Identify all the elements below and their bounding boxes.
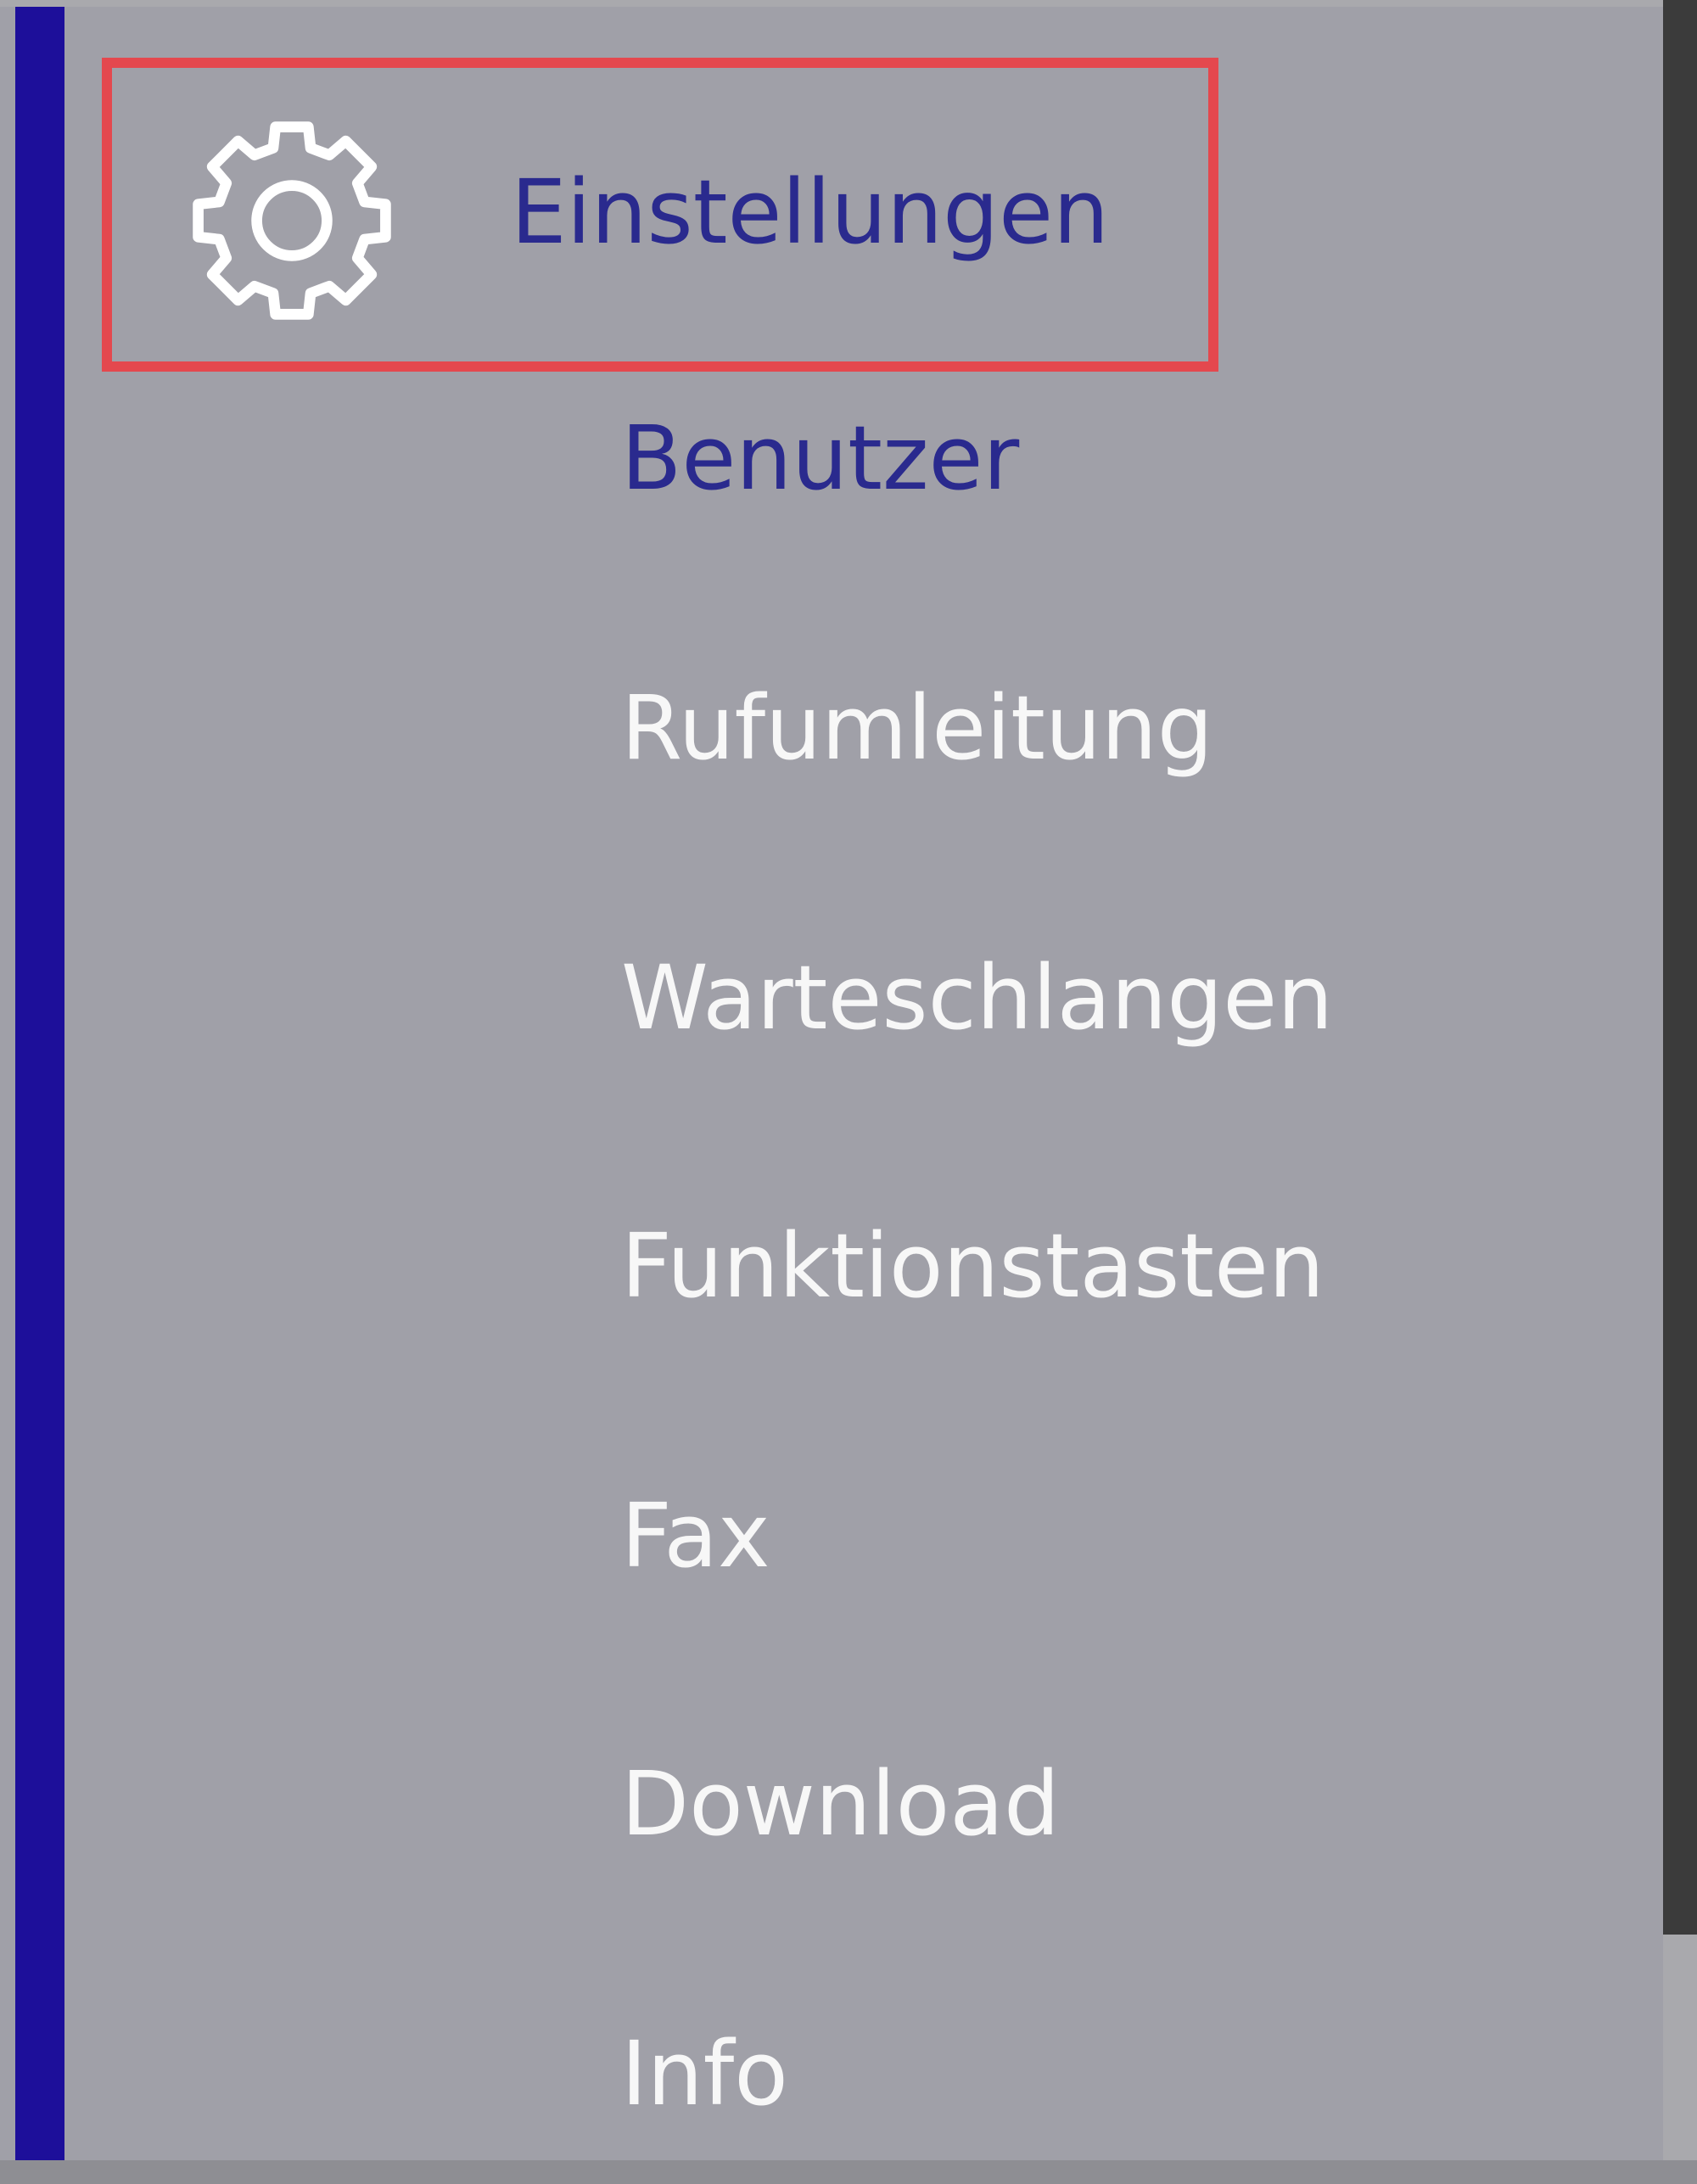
active-section-indicator	[15, 7, 64, 2160]
gear-icon	[193, 121, 391, 320]
menu-item-rufumleitung[interactable]: Rufumleitung	[621, 684, 1213, 772]
panel-bottom-edge	[0, 2160, 1697, 2184]
menu-item-funktionstasten[interactable]: Funktionstasten	[621, 1222, 1325, 1310]
menu-item-info[interactable]: Info	[621, 2030, 788, 2118]
menu-item-fax[interactable]: Fax	[621, 1492, 770, 1580]
settings-menu-header[interactable]: Einstellungen	[102, 58, 1218, 372]
settings-label: Einstellungen	[511, 160, 1109, 264]
sidebar-window: Einstellungen Benutzer Rufumleitung Wart…	[0, 0, 1697, 2184]
menu-item-download[interactable]: Download	[621, 1760, 1060, 1848]
scrollbar[interactable]	[1663, 0, 1697, 1935]
menu-item-warteschlangen[interactable]: Warteschlangen	[621, 954, 1333, 1042]
menu-item-benutzer[interactable]: Benutzer	[621, 414, 1019, 502]
